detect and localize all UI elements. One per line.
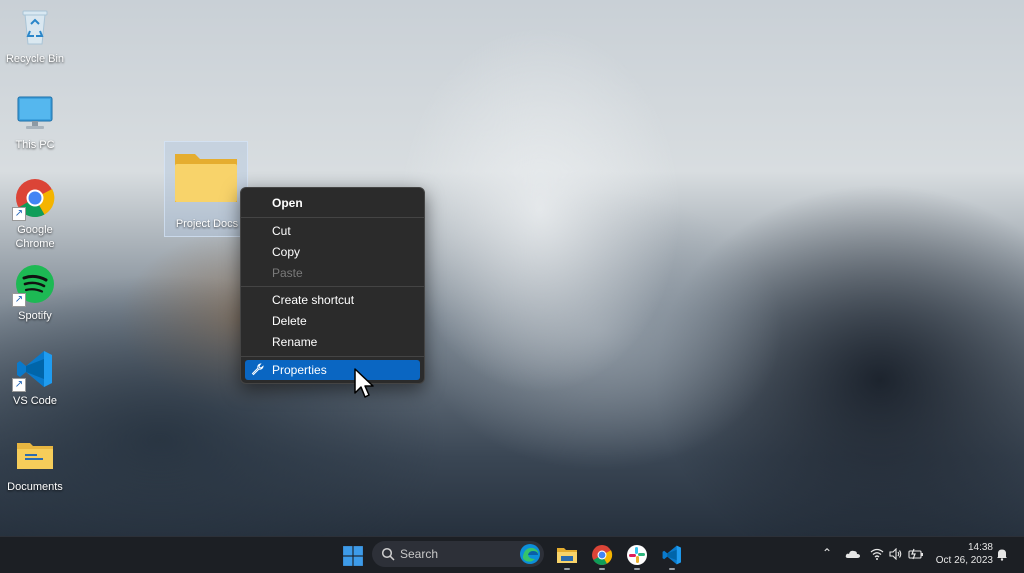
vscode-icon[interactable]: [661, 544, 683, 566]
menu-item-delete[interactable]: Delete: [245, 311, 420, 331]
folder-icon: [175, 154, 237, 202]
desktop-icon-documents[interactable]: Documents: [0, 434, 70, 494]
notification-bell-icon[interactable]: [996, 548, 1008, 561]
desktop-icon-label: Google Chrome: [15, 224, 55, 250]
shortcut-arrow-icon: ↗: [12, 293, 26, 307]
running-indicator: [599, 568, 605, 570]
menu-separator: [241, 356, 424, 357]
wrench-icon: [251, 363, 264, 376]
spotify-icon: ↗: [12, 263, 56, 307]
taskbar-search-box[interactable]: Search: [372, 541, 544, 567]
desktop-icon-recycle-bin[interactable]: Recycle Bin: [0, 6, 70, 66]
running-indicator: [669, 568, 675, 570]
file-explorer-icon[interactable]: [556, 544, 578, 566]
project-docs-folder[interactable]: Project Docs: [164, 141, 248, 237]
desktop-icon-label: Spotify: [18, 310, 52, 322]
onedrive-cloud-icon[interactable]: [845, 549, 861, 559]
desktop-icon-vs-code[interactable]: ↗ VS Code: [0, 348, 70, 408]
recycle-bin-icon: [14, 6, 56, 48]
battery-icon[interactable]: [908, 548, 924, 560]
chrome-icon: ↗: [12, 177, 56, 221]
mouse-cursor-icon: [354, 368, 374, 398]
clock-time: 14:38: [967, 542, 993, 553]
desktop-icon-label: This PC: [15, 139, 55, 151]
desktop-icon-label: Recycle Bin: [5, 53, 65, 65]
menu-item-create-shortcut[interactable]: Create shortcut: [245, 290, 420, 310]
menu-separator: [241, 217, 424, 218]
menu-item-open[interactable]: Open: [245, 193, 420, 213]
vscode-icon: ↗: [12, 348, 56, 392]
slack-icon[interactable]: [626, 544, 648, 566]
running-indicator: [564, 568, 570, 570]
desktop-icon-spotify[interactable]: ↗ Spotify: [0, 263, 70, 323]
edge-icon[interactable]: [519, 543, 541, 565]
menu-separator: [241, 286, 424, 287]
folder-label: Project Docs: [175, 218, 239, 230]
menu-item-copy[interactable]: Copy: [245, 242, 420, 262]
context-menu: Open Cut Copy Paste Create shortcut Dele…: [240, 187, 425, 384]
menu-item-properties[interactable]: Properties: [245, 360, 420, 380]
chrome-icon[interactable]: [591, 544, 613, 566]
menu-item-paste[interactable]: Paste: [245, 263, 420, 283]
taskbar-clock[interactable]: 14:38 Oct 26, 2023: [933, 541, 993, 567]
desktop-icon-label: VS Code: [12, 395, 58, 407]
running-indicator: [634, 568, 640, 570]
wifi-icon[interactable]: [870, 548, 884, 560]
shortcut-arrow-icon: ↗: [12, 378, 26, 392]
shortcut-arrow-icon: ↗: [12, 207, 26, 221]
clock-date: Oct 26, 2023: [935, 555, 993, 566]
monitor-icon: [14, 92, 56, 134]
chevron-up-icon[interactable]: ⌃: [822, 546, 832, 560]
search-icon: [381, 547, 395, 561]
desktop-icon-label: Documents: [7, 481, 63, 493]
volume-icon[interactable]: [889, 548, 903, 560]
desktop-icon-this-pc[interactable]: This PC: [0, 92, 70, 152]
menu-item-cut[interactable]: Cut: [245, 221, 420, 241]
menu-item-rename[interactable]: Rename: [245, 332, 420, 352]
menu-item-label: Properties: [272, 363, 327, 377]
windows-start-icon[interactable]: [342, 545, 364, 567]
documents-folder-icon: [14, 434, 56, 476]
search-placeholder: Search: [400, 547, 439, 561]
desktop-icon-google-chrome[interactable]: ↗ Google Chrome: [0, 177, 70, 251]
